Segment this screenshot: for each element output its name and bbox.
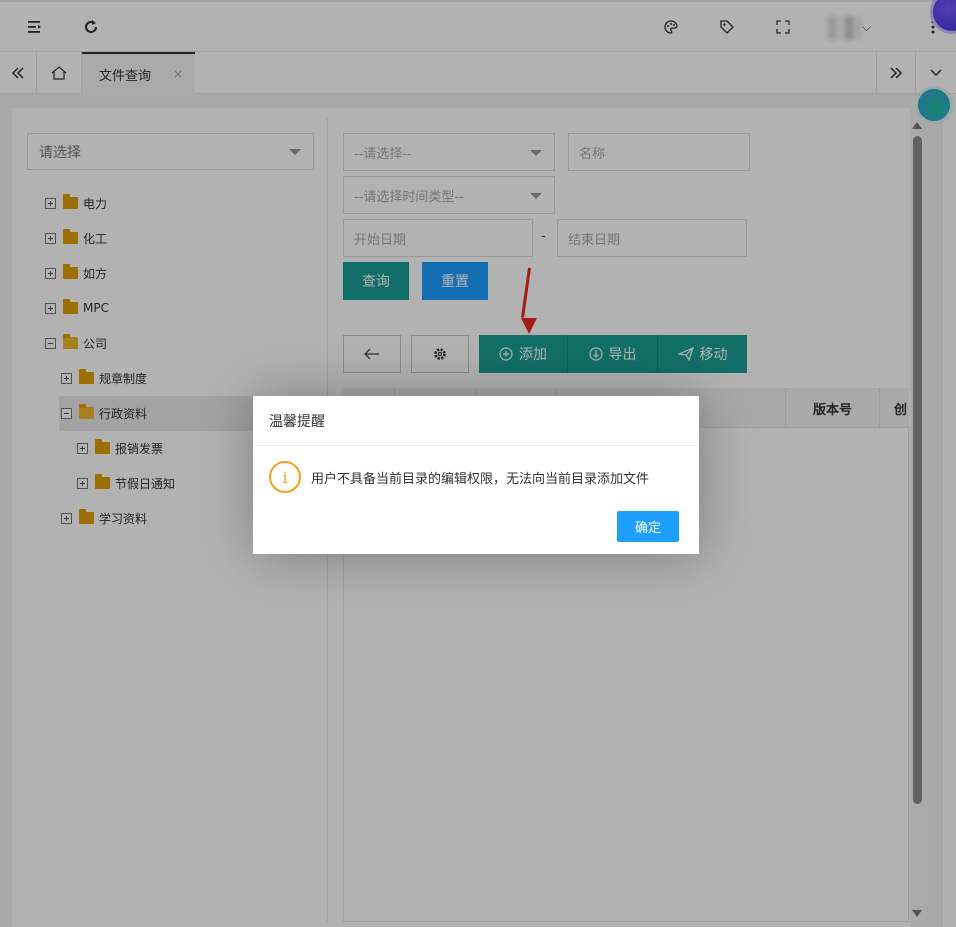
confirm-button[interactable]: 确定	[617, 511, 679, 542]
alert-dialog: 温馨提醒 i 用户不具备当前目录的编辑权限，无法向当前目录添加文件 确定	[253, 396, 699, 554]
dialog-title: 温馨提醒	[253, 396, 699, 446]
dialog-message: 用户不具备当前目录的编辑权限，无法向当前目录添加文件	[311, 471, 650, 487]
info-icon: i	[269, 461, 301, 493]
dialog-body: i 用户不具备当前目录的编辑权限，无法向当前目录添加文件	[269, 461, 649, 493]
